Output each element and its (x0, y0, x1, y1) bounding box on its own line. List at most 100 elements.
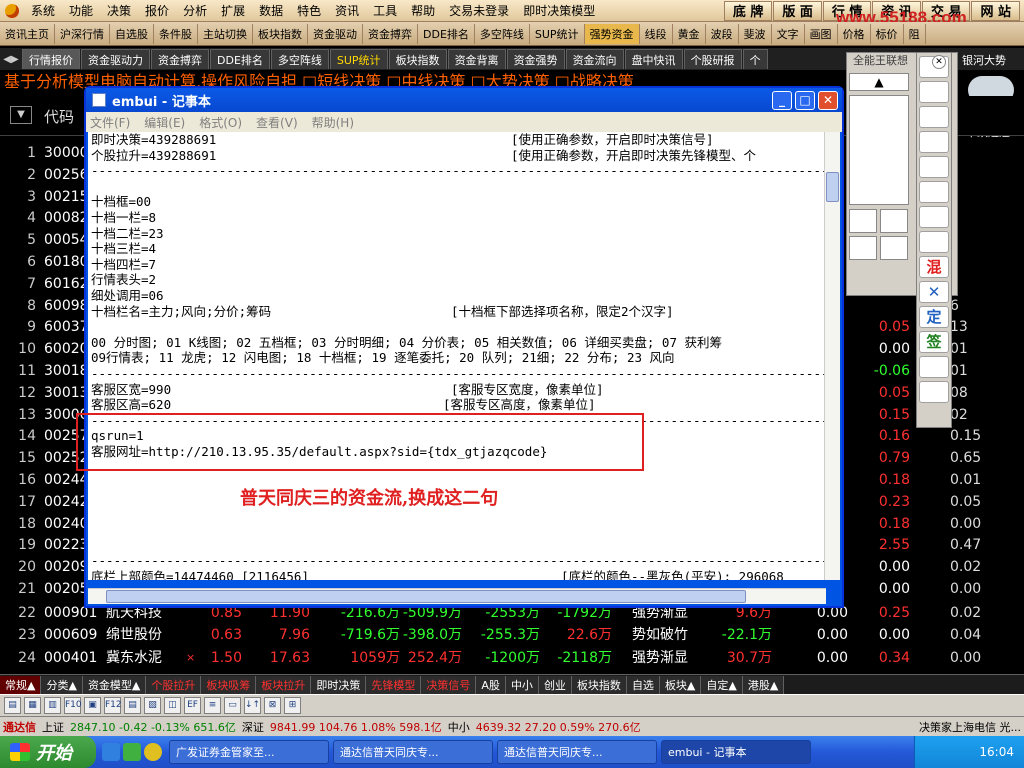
category-tab[interactable]: A股 (476, 675, 506, 694)
taskbar-button[interactable]: embui - 记事本 (661, 740, 811, 764)
menu-item[interactable]: 系统 (24, 2, 62, 19)
category-tab[interactable]: 板块吸筹 (201, 675, 257, 694)
taskbar-button[interactable]: 通达信普天同庆专... (333, 740, 493, 764)
menu-item[interactable]: 工具 (366, 2, 404, 19)
quicklaunch-icon[interactable] (102, 743, 120, 761)
category-tab[interactable]: 港股▲ (742, 675, 785, 694)
menu-item[interactable]: 资讯 (328, 2, 366, 19)
ime-side-key[interactable] (919, 156, 949, 178)
stock-code[interactable]: 60098 (44, 295, 89, 317)
view-tab[interactable]: SUP统计 (329, 49, 388, 69)
close-button[interactable]: ✕ (818, 91, 838, 110)
view-tab[interactable]: 多空阵线 (270, 49, 329, 69)
menu-item[interactable]: 即时决策模型 (516, 2, 602, 19)
menu-big-button[interactable]: 底 牌 (723, 0, 773, 21)
stock-code[interactable]: 00223 (44, 534, 89, 556)
toolbar-button[interactable]: 阻 (904, 23, 926, 44)
clock[interactable]: 16:04 (979, 745, 1014, 759)
category-tab[interactable]: 分类▲ (41, 675, 83, 694)
scroll-thumb[interactable] (826, 172, 839, 202)
toolbar-button[interactable]: 黄金 (673, 23, 706, 44)
minimize-button[interactable]: _ (772, 91, 792, 110)
stock-code[interactable]: 00082 (44, 207, 89, 229)
view-tab[interactable]: 资金流向 (565, 49, 624, 69)
category-tab[interactable]: 常规▲ (0, 675, 42, 694)
ime-close-icon[interactable]: ✕ (932, 55, 946, 69)
taskbar-button[interactable]: 广发证券金管家至... (169, 740, 329, 764)
toolbar-button[interactable]: 文字 (772, 23, 805, 44)
category-tab[interactable]: 即时决策 (311, 675, 367, 694)
stock-code[interactable]: 000401 (44, 647, 97, 669)
ime-side-key[interactable] (919, 131, 949, 153)
ime-key[interactable] (880, 209, 908, 233)
toolbar-icon[interactable]: F10 (64, 697, 82, 714)
toolbar-button[interactable]: 多空阵线 (475, 23, 530, 44)
ime-key[interactable] (849, 209, 877, 233)
quicklaunch-icon[interactable] (144, 743, 162, 761)
category-tab[interactable]: 板块拉升 (256, 675, 312, 694)
notepad-text-area[interactable]: 即时决策=439288691 [使用正确参数，开启即时决策信号] 个股拉升=4392… (88, 132, 826, 580)
menu-item[interactable]: 功能 (62, 2, 100, 19)
category-tab[interactable]: 先锋模型 (366, 675, 422, 694)
notepad-titlebar[interactable]: embui - 记事本 (86, 88, 842, 112)
ime-side-key[interactable]: 定 (919, 306, 949, 328)
ime-candidate-list[interactable] (849, 95, 909, 205)
stock-code[interactable]: 30000 (44, 142, 89, 164)
view-tab[interactable]: 资金强势 (506, 49, 565, 69)
stock-code[interactable]: 00244 (44, 469, 89, 491)
view-tab[interactable]: 资金搏弈 (151, 49, 209, 69)
toolbar-button[interactable]: 板块指数 (253, 23, 308, 44)
stock-code[interactable]: 000609 (44, 624, 97, 646)
menu-item[interactable]: 报价 (138, 2, 176, 19)
stock-code[interactable]: 00242 (44, 491, 89, 513)
toolbar-button[interactable]: DDE排名 (418, 23, 475, 44)
toolbar-button[interactable]: 强势资金 (584, 23, 640, 44)
toolbar-button[interactable]: 斐波 (739, 23, 772, 44)
toolbar-button[interactable]: 资讯主页 (0, 23, 55, 44)
horizontal-scrollbar[interactable] (88, 588, 826, 604)
table-row[interactable]: 23 000609 绵世股份 0.63 7.96 -719.6万 -398.0万 -255.3… (0, 624, 1024, 646)
menu-item[interactable]: 帮助 (404, 2, 442, 19)
category-tab[interactable]: 自定▲ (701, 675, 743, 694)
category-tab[interactable]: 资金模型▲ (82, 675, 147, 694)
stock-code[interactable]: 00256 (44, 164, 89, 186)
ime-key[interactable] (880, 236, 908, 260)
hscroll-thumb[interactable] (106, 590, 746, 603)
toolbar-button[interactable]: 画图 (805, 23, 838, 44)
ime-side-key[interactable]: ▭ (919, 381, 949, 403)
menu-item[interactable]: 交易未登录 (442, 2, 516, 19)
view-tab[interactable]: 资金驱动力 (81, 49, 150, 69)
tab-scroll-arrows[interactable]: ◀▶ (0, 54, 22, 65)
view-tab[interactable]: 盘中快讯 (624, 49, 683, 69)
ime-side-key[interactable]: ✕ (919, 281, 949, 303)
column-code-header[interactable]: 代码 (44, 106, 74, 127)
maximize-button[interactable]: □ (795, 91, 815, 110)
category-tab[interactable]: 决策信号 (421, 675, 477, 694)
toolbar-icon[interactable]: ◫ (164, 697, 181, 714)
ime-side-key[interactable]: ✎ (919, 356, 949, 378)
quicklaunch-icon[interactable] (123, 743, 141, 761)
category-tab[interactable]: 创业 (538, 675, 572, 694)
stock-code[interactable]: 00054 (44, 229, 89, 251)
start-button[interactable]: 开始 (0, 736, 96, 768)
toolbar-icon[interactable]: ▭ (224, 697, 241, 714)
ime-key[interactable] (849, 236, 877, 260)
toolbar-icon[interactable]: ↓↑ (244, 697, 261, 714)
ime-up-button[interactable]: ▲ (849, 73, 909, 91)
menu-item[interactable]: 分析 (176, 2, 214, 19)
view-tab[interactable]: 资金背离 (447, 49, 506, 69)
stock-code[interactable]: 00209 (44, 556, 89, 578)
toolbar-icon[interactable]: ≡ (204, 697, 221, 714)
notepad-window[interactable]: embui - 记事本 _ □ ✕ 文件(F) 编辑(E) 格式(O) 查看(V) 帮助… (84, 86, 844, 608)
menu-item[interactable]: 数据 (252, 2, 290, 19)
toolbar-button[interactable]: 资金驱动 (308, 23, 363, 44)
stock-code[interactable]: 60020 (44, 338, 89, 360)
stock-code[interactable]: 30018 (44, 360, 89, 382)
sort-dropdown-icon[interactable]: ▼ (10, 106, 32, 124)
taskbar-button[interactable]: 通达信普天同庆专... (497, 740, 657, 764)
view-tab[interactable]: DDE排名 (210, 49, 270, 69)
toolbar-icon[interactable]: ⊠ (264, 697, 281, 714)
toolbar-icon[interactable]: ▣ (84, 697, 101, 714)
menu-item[interactable]: 特色 (290, 2, 328, 19)
ime-side-key[interactable] (919, 106, 949, 128)
